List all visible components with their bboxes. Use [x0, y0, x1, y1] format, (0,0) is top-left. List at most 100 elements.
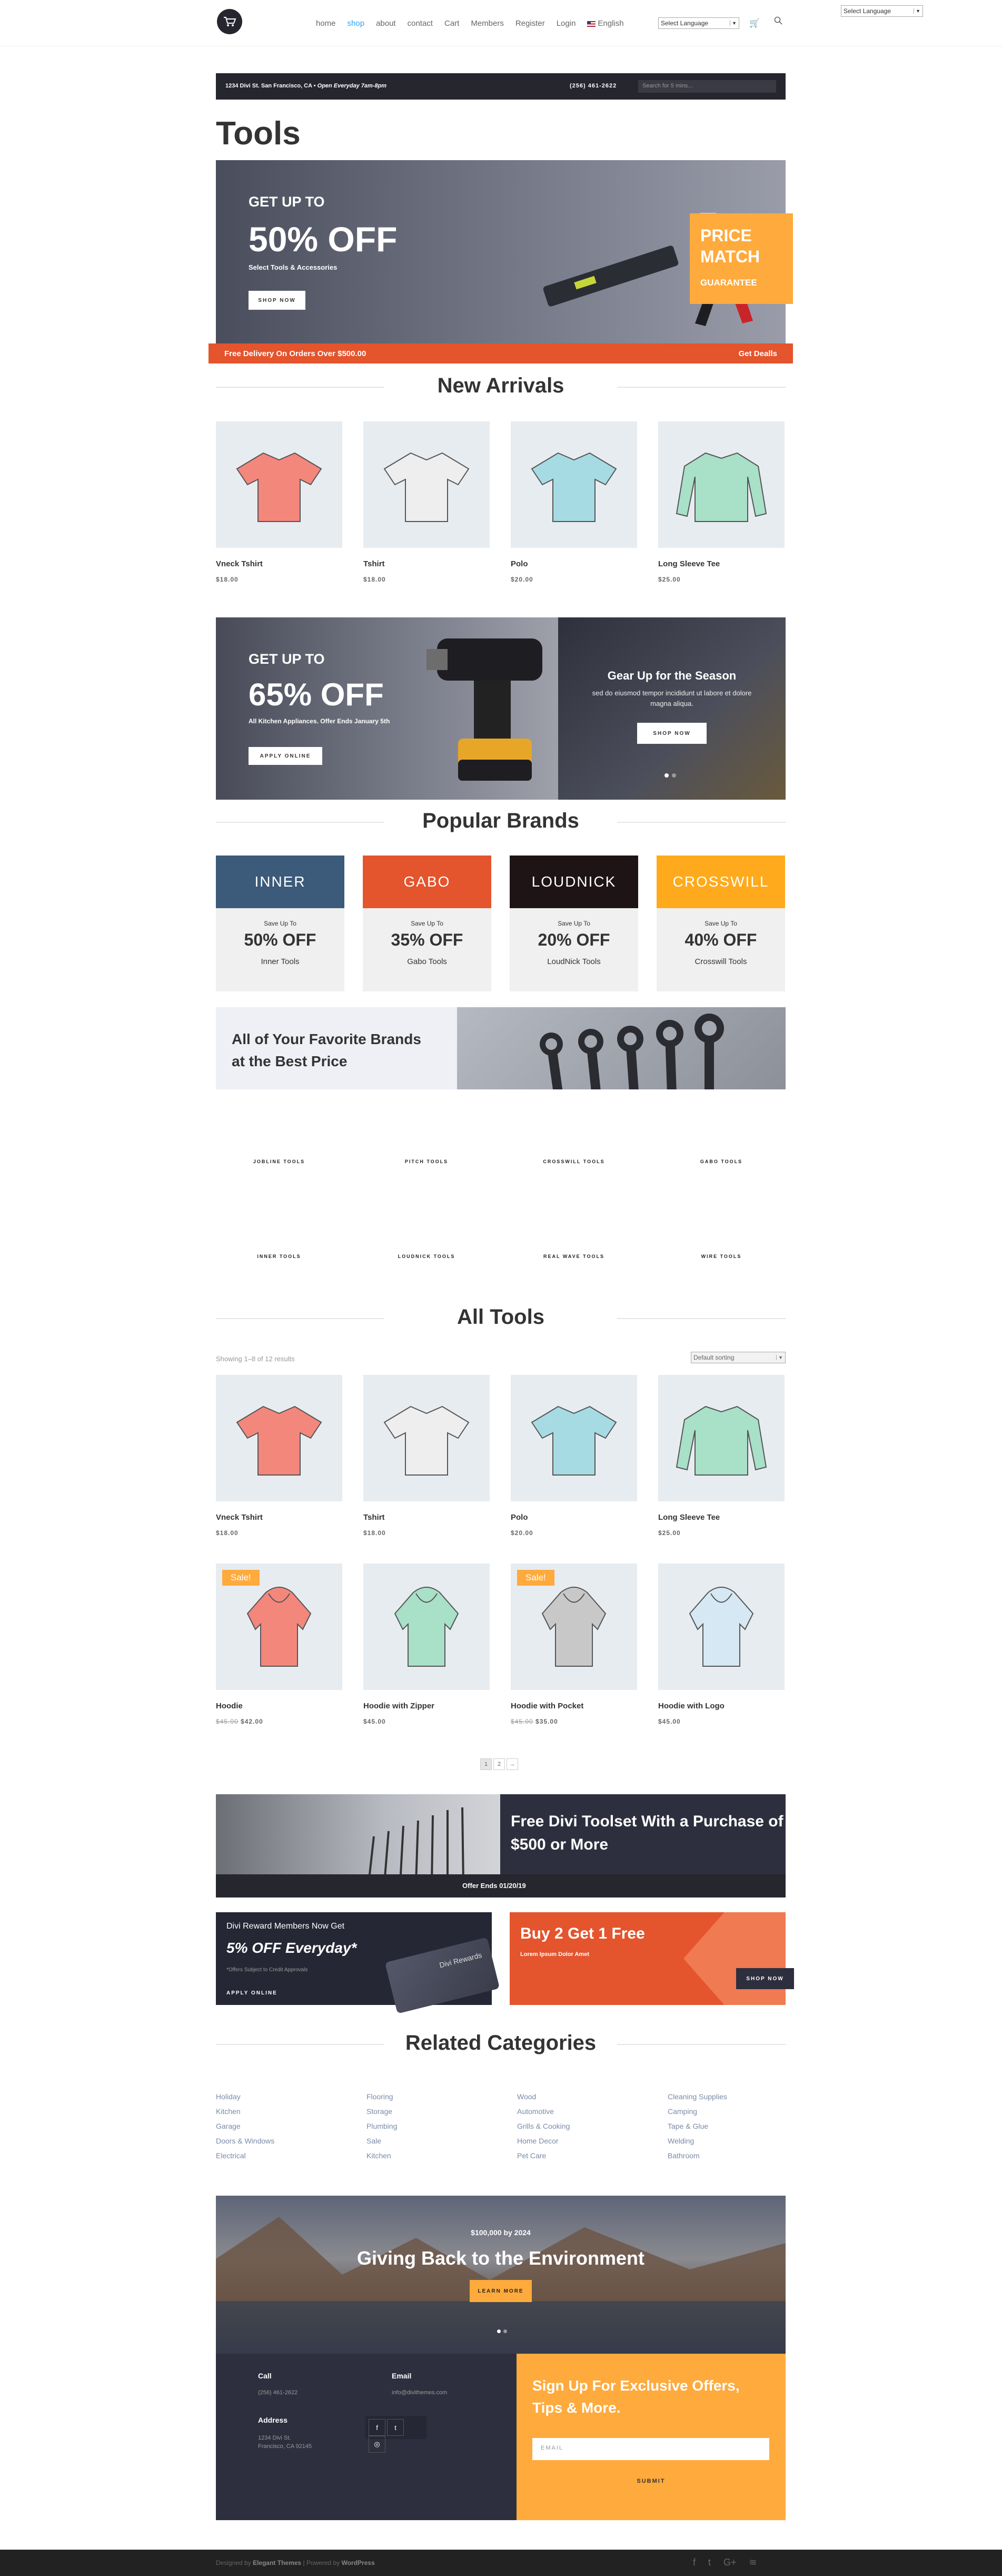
- brand-card[interactable]: GABO Save Up To 35% OFF Gabo Tools: [363, 856, 491, 991]
- nav-register[interactable]: Register: [515, 19, 545, 28]
- brand-link[interactable]: REAL WAVE TOOLS: [511, 1254, 637, 1259]
- cart-icon[interactable]: 🛒: [749, 18, 760, 28]
- twitter-icon[interactable]: t: [387, 2419, 404, 2436]
- category-link[interactable]: Kitchen: [216, 2104, 274, 2119]
- category-link[interactable]: Storage: [366, 2104, 397, 2119]
- nav-cart[interactable]: Cart: [444, 19, 459, 28]
- category-link[interactable]: Pet Care: [517, 2148, 570, 2163]
- nav-about[interactable]: about: [376, 19, 396, 28]
- category-link[interactable]: Grills & Cooking: [517, 2119, 570, 2133]
- category-link[interactable]: Wood: [517, 2089, 570, 2104]
- product-name[interactable]: Long Sleeve Tee: [658, 559, 785, 568]
- product-name[interactable]: Tshirt: [363, 559, 490, 568]
- category-link[interactable]: Welding: [668, 2133, 727, 2148]
- twitter-icon[interactable]: t: [708, 2557, 711, 2568]
- product-name[interactable]: Vneck Tshirt: [216, 559, 342, 568]
- brand-card[interactable]: CROSSWILL Save Up To 40% OFF Crosswill T…: [657, 856, 785, 991]
- reward-apply-button[interactable]: APPLY ONLINE: [226, 1990, 277, 1996]
- category-link[interactable]: Doors & Windows: [216, 2133, 274, 2148]
- product-image[interactable]: [511, 421, 637, 548]
- email-value[interactable]: info@divithemes.com: [392, 2390, 447, 2396]
- product-image[interactable]: Sale!: [511, 1564, 637, 1690]
- product-card[interactable]: Sale! Hoodie $45.00 $42.00: [216, 1564, 342, 1725]
- env-dot[interactable]: [503, 2329, 507, 2333]
- category-link[interactable]: Bathroom: [668, 2148, 727, 2163]
- brand-link[interactable]: WIRE TOOLS: [658, 1254, 785, 1259]
- submit-button[interactable]: SUBMIT: [517, 2478, 786, 2484]
- product-image[interactable]: [658, 1564, 785, 1690]
- info-search-input[interactable]: Search for 5 mins...: [638, 80, 776, 93]
- search-icon[interactable]: [774, 16, 782, 27]
- brand-link[interactable]: JOBLINE TOOLS: [216, 1159, 342, 1164]
- brand-card[interactable]: LOUDNICK Save Up To 20% OFF LoudNick Too…: [510, 856, 638, 991]
- google-plus-icon[interactable]: G+: [723, 2557, 737, 2568]
- category-link[interactable]: Home Decor: [517, 2133, 570, 2148]
- get-deals-link[interactable]: Get Dealls: [739, 349, 777, 358]
- category-link[interactable]: Cleaning Supplies: [668, 2089, 727, 2104]
- slider-dot-active[interactable]: [664, 773, 669, 778]
- page-1[interactable]: 1: [480, 1758, 492, 1770]
- product-image[interactable]: [363, 1564, 490, 1690]
- category-link[interactable]: Camping: [668, 2104, 727, 2119]
- email-input[interactable]: EMAIL: [532, 2438, 769, 2460]
- product-card[interactable]: Sale! Hoodie with Pocket $45.00 $35.00: [511, 1564, 637, 1725]
- category-link[interactable]: Plumbing: [366, 2119, 397, 2133]
- category-link[interactable]: Garage: [216, 2119, 274, 2133]
- buy2-shop-now-button[interactable]: SHOP NOW: [736, 1968, 794, 1989]
- category-link[interactable]: Automotive: [517, 2104, 570, 2119]
- product-name[interactable]: Long Sleeve Tee: [658, 1513, 785, 1522]
- product-name[interactable]: Polo: [511, 1513, 637, 1522]
- product-image[interactable]: [216, 421, 342, 548]
- nav-members[interactable]: Members: [471, 19, 504, 28]
- product-name[interactable]: Vneck Tshirt: [216, 1513, 342, 1522]
- brand-link[interactable]: LOUDNICK TOOLS: [363, 1254, 490, 1259]
- product-card[interactable]: Tshirt $18.00: [363, 421, 490, 583]
- product-card[interactable]: Long Sleeve Tee $25.00: [658, 1375, 785, 1537]
- product-card[interactable]: Polo $20.00: [511, 1375, 637, 1537]
- page-2[interactable]: 2: [493, 1758, 505, 1770]
- category-link[interactable]: Holiday: [216, 2089, 274, 2104]
- product-card[interactable]: Vneck Tshirt $18.00: [216, 421, 342, 583]
- shop-now-button[interactable]: SHOP NOW: [249, 291, 305, 310]
- product-card[interactable]: Tshirt $18.00: [363, 1375, 490, 1537]
- wordpress-link[interactable]: WordPress: [342, 2559, 375, 2567]
- learn-more-button[interactable]: LEARN MORE: [470, 2280, 532, 2302]
- product-card[interactable]: Hoodie with Logo $45.00: [658, 1564, 785, 1725]
- next-page-button[interactable]: →: [507, 1758, 518, 1770]
- elegant-themes-link[interactable]: Elegant Themes: [253, 2559, 301, 2567]
- brand-card[interactable]: INNER Save Up To 50% OFF Inner Tools: [216, 856, 344, 991]
- product-card[interactable]: Hoodie with Zipper $45.00: [363, 1564, 490, 1725]
- slider-shop-now-button[interactable]: SHOP NOW: [637, 723, 707, 744]
- nav-login[interactable]: Login: [557, 19, 576, 28]
- slider-dot[interactable]: [672, 773, 676, 778]
- product-image[interactable]: [658, 421, 785, 548]
- brand-link[interactable]: INNER TOOLS: [216, 1254, 342, 1259]
- brand-link[interactable]: CROSSWILL TOOLS: [511, 1159, 637, 1164]
- product-card[interactable]: Vneck Tshirt $18.00: [216, 1375, 342, 1537]
- product-image[interactable]: [511, 1375, 637, 1501]
- product-image[interactable]: [363, 421, 490, 548]
- product-image[interactable]: [363, 1375, 490, 1501]
- category-link[interactable]: Tape & Glue: [668, 2119, 727, 2133]
- instagram-icon[interactable]: ◎: [369, 2436, 385, 2453]
- product-image[interactable]: [216, 1375, 342, 1501]
- brand-link[interactable]: GABO TOOLS: [658, 1159, 785, 1164]
- nav-contact[interactable]: contact: [408, 19, 433, 28]
- category-link[interactable]: Electrical: [216, 2148, 274, 2163]
- product-image[interactable]: [658, 1375, 785, 1501]
- product-name[interactable]: Hoodie with Pocket: [511, 1702, 637, 1710]
- top-language-select[interactable]: Select Language ▼: [841, 5, 923, 17]
- product-name[interactable]: Polo: [511, 559, 637, 568]
- product-name[interactable]: Tshirt: [363, 1513, 490, 1522]
- facebook-icon[interactable]: f: [369, 2419, 385, 2436]
- product-name[interactable]: Hoodie: [216, 1702, 342, 1710]
- category-link[interactable]: Kitchen: [366, 2148, 397, 2163]
- rss-icon[interactable]: ≋: [749, 2557, 757, 2568]
- product-name[interactable]: Hoodie with Logo: [658, 1702, 785, 1710]
- site-logo[interactable]: [217, 9, 242, 34]
- product-name[interactable]: Hoodie with Zipper: [363, 1702, 490, 1710]
- env-dot-active[interactable]: [497, 2329, 501, 2333]
- nav-language[interactable]: English: [587, 19, 624, 28]
- product-card[interactable]: Long Sleeve Tee $25.00: [658, 421, 785, 583]
- brand-link[interactable]: PITCH TOOLS: [363, 1159, 490, 1164]
